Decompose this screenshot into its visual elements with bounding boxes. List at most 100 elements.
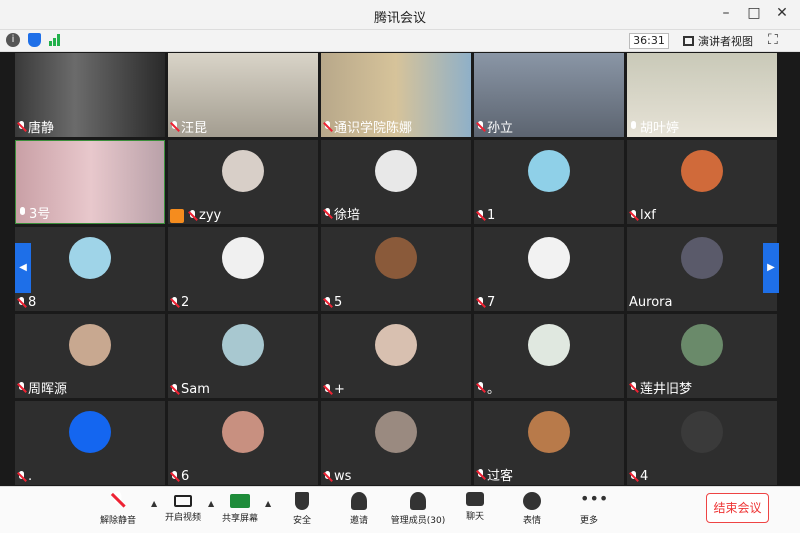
participant-tile[interactable]: 周晖源 bbox=[15, 314, 165, 398]
more-icon: ••• bbox=[580, 489, 609, 508]
participant-tile[interactable]: lxf bbox=[627, 140, 777, 224]
mic-muted-icon bbox=[170, 471, 179, 482]
shield-icon bbox=[295, 492, 309, 510]
participant-name: . bbox=[28, 469, 33, 484]
meeting-toolbar: 解除静音 ▲ 开启视频 ▲ 共享屏幕 ▲ 安全 邀请 管理成员(30) 聊天 表… bbox=[0, 486, 800, 533]
avatar bbox=[681, 237, 723, 279]
participant-tile[interactable]: Sam bbox=[168, 314, 318, 398]
participant-name: 过客 bbox=[487, 469, 514, 484]
start-video-button[interactable]: 开启视频 bbox=[153, 492, 213, 523]
mic-muted-icon bbox=[476, 121, 485, 132]
participant-tile[interactable]: 徐培 bbox=[321, 140, 471, 224]
mic-muted-icon bbox=[476, 210, 485, 221]
fullscreen-icon[interactable]: ⛶ bbox=[768, 32, 778, 48]
mic-muted-icon bbox=[476, 382, 485, 393]
participant-name: 6 bbox=[181, 469, 190, 484]
participant-name: + bbox=[334, 382, 345, 397]
avatar bbox=[222, 324, 264, 366]
participant-name: zyy bbox=[199, 208, 222, 223]
mic-icon bbox=[629, 121, 638, 132]
security-button[interactable]: 安全 bbox=[272, 492, 332, 526]
avatar bbox=[528, 324, 570, 366]
more-button[interactable]: ••• 更多 bbox=[559, 489, 619, 527]
participant-tile[interactable]: 孙立 bbox=[474, 53, 624, 137]
participant-name: Aurora bbox=[629, 295, 673, 310]
prev-page-button[interactable]: ◀ bbox=[15, 243, 31, 293]
chat-button[interactable]: 聊天 bbox=[445, 492, 505, 522]
window-controls: – □ ✕ bbox=[718, 5, 790, 21]
emoji-icon bbox=[523, 492, 541, 510]
participant-tile[interactable]: 胡叶婷 bbox=[627, 53, 777, 137]
participant-tile[interactable]: 过客 bbox=[474, 401, 624, 485]
video-off-icon bbox=[174, 495, 192, 507]
avatar bbox=[222, 411, 264, 453]
participant-tile[interactable]: 2 bbox=[168, 227, 318, 311]
participant-tile[interactable]: 8 bbox=[15, 227, 165, 311]
participant-name: 4 bbox=[640, 469, 649, 484]
participant-tile-active-speaker[interactable]: 3号 bbox=[15, 140, 165, 224]
participant-name: 通识学院陈娜 bbox=[334, 121, 413, 136]
avatar bbox=[528, 150, 570, 192]
participant-name: 5 bbox=[334, 295, 343, 310]
chevron-up-icon[interactable]: ▲ bbox=[265, 499, 271, 508]
avatar bbox=[375, 237, 417, 279]
manage-members-button[interactable]: 管理成员(30) bbox=[388, 492, 448, 526]
participant-tile[interactable]: . bbox=[15, 401, 165, 485]
participant-name: 1 bbox=[487, 208, 496, 223]
avatar bbox=[69, 411, 111, 453]
participant-tile[interactable]: ws bbox=[321, 401, 471, 485]
participant-tile[interactable]: 7 bbox=[474, 227, 624, 311]
participant-name: 3号 bbox=[29, 207, 51, 222]
participant-tile[interactable]: + bbox=[321, 314, 471, 398]
maximize-icon[interactable]: □ bbox=[746, 5, 762, 21]
mic-muted-icon bbox=[17, 382, 26, 393]
mic-muted-icon bbox=[323, 297, 332, 308]
signal-icon[interactable] bbox=[49, 34, 60, 46]
avatar bbox=[375, 150, 417, 192]
end-meeting-button[interactable]: 结束会议 bbox=[706, 493, 769, 523]
next-page-button[interactable]: ▶ bbox=[763, 243, 779, 293]
participant-tile[interactable]: 6 bbox=[168, 401, 318, 485]
participant-name: 2 bbox=[181, 295, 190, 310]
reaction-button[interactable]: 表情 bbox=[502, 492, 562, 526]
participant-tile[interactable]: 莲井旧梦 bbox=[627, 314, 777, 398]
users-icon bbox=[410, 492, 426, 510]
participant-name: 周晖源 bbox=[28, 382, 68, 397]
participant-tile[interactable]: 4 bbox=[627, 401, 777, 485]
close-icon[interactable]: ✕ bbox=[774, 5, 790, 21]
participant-name: ws bbox=[334, 469, 352, 484]
participant-tile[interactable]: 5 bbox=[321, 227, 471, 311]
minimize-icon[interactable]: – bbox=[718, 5, 734, 21]
unmute-button[interactable]: 解除静音 bbox=[88, 491, 148, 526]
mic-muted-icon bbox=[629, 471, 638, 482]
avatar bbox=[528, 237, 570, 279]
avatar bbox=[375, 411, 417, 453]
meeting-timer: 36:31 bbox=[629, 33, 669, 49]
participant-name: 唐静 bbox=[28, 121, 55, 136]
participant-tile[interactable]: 通识学院陈娜 bbox=[321, 53, 471, 137]
speaker-view-button[interactable]: 演讲者视图 bbox=[683, 33, 753, 49]
mic-muted-icon bbox=[17, 471, 26, 482]
participant-tile[interactable]: 1 bbox=[474, 140, 624, 224]
info-icon[interactable]: i bbox=[6, 33, 20, 47]
avatar bbox=[681, 411, 723, 453]
share-screen-icon bbox=[230, 494, 250, 508]
participant-name: 8 bbox=[28, 295, 37, 310]
mic-muted-icon bbox=[323, 471, 332, 482]
title-bar: 腾讯会议 – □ ✕ bbox=[0, 0, 800, 30]
mic-muted-icon bbox=[323, 384, 332, 395]
shield-icon[interactable] bbox=[28, 33, 41, 47]
participant-tile[interactable]: 汪昆 bbox=[168, 53, 318, 137]
share-screen-button[interactable]: 共享屏幕 bbox=[210, 492, 270, 524]
chat-icon bbox=[466, 492, 484, 506]
participant-tile[interactable]: zyy bbox=[168, 140, 318, 224]
mic-muted-icon bbox=[476, 469, 485, 480]
participant-tile[interactable]: 唐静 bbox=[15, 53, 165, 137]
participant-name: 7 bbox=[487, 295, 496, 310]
participant-tile[interactable]: 。 bbox=[474, 314, 624, 398]
invite-button[interactable]: 邀请 bbox=[329, 492, 389, 526]
participant-name: lxf bbox=[640, 208, 656, 223]
participant-name: 汪昆 bbox=[181, 121, 208, 136]
mic-muted-icon bbox=[629, 210, 638, 221]
participant-tile[interactable]: Aurora bbox=[627, 227, 777, 311]
